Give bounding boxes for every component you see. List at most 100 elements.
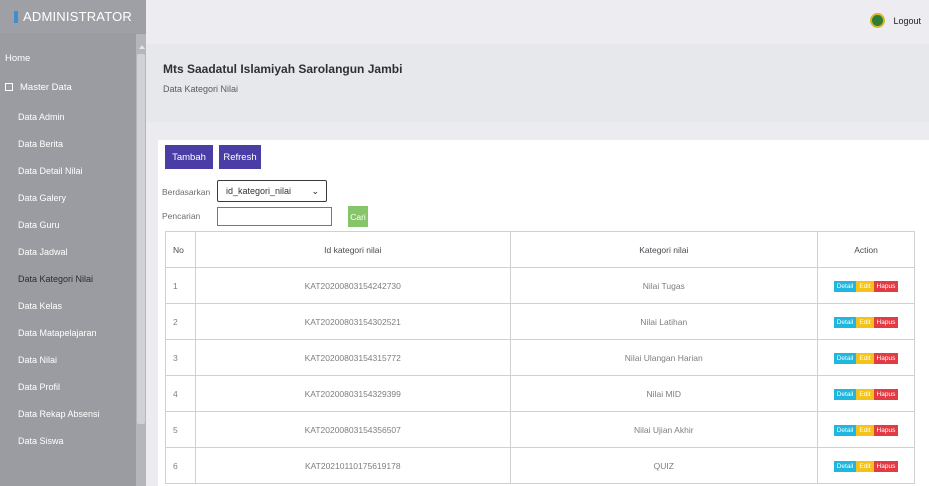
cell-kategori: Nilai Ulangan Harian xyxy=(509,339,819,376)
brand-mark-icon xyxy=(14,10,18,23)
edit-button[interactable]: Edit xyxy=(856,280,874,292)
cell-action: Detail Edit Hapus xyxy=(817,375,915,412)
sidebar-item-label: Data Guru xyxy=(18,219,60,230)
sidebar-item-label: Data Kategori Nilai xyxy=(18,273,94,284)
sidebar-item-data-profil[interactable]: Data Profil xyxy=(0,373,146,400)
sidebar-item-data-matapelajaran[interactable]: Data Matapelajaran xyxy=(0,319,146,346)
action-group: Detail Edit Hapus xyxy=(833,316,899,328)
hapus-button[interactable]: Hapus xyxy=(873,280,899,292)
detail-button[interactable]: Detail xyxy=(833,352,857,364)
cell-id: KAT20200803154242730 xyxy=(194,267,511,304)
hapus-button[interactable]: Hapus xyxy=(873,388,899,400)
sidebar-item-data-jadwal[interactable]: Data Jadwal xyxy=(0,238,146,265)
sidebar-item-data-galery[interactable]: Data Galery xyxy=(0,184,146,211)
sidebar-item-data-guru[interactable]: Data Guru xyxy=(0,211,146,238)
filter-by-value: id_kategori_nilai xyxy=(226,186,292,196)
hapus-button[interactable]: Hapus xyxy=(873,352,899,364)
detail-button[interactable]: Detail xyxy=(833,460,857,472)
grid-icon xyxy=(5,83,13,91)
table-row: 2 KAT20200803154302521 Nilai Latihan Det… xyxy=(165,303,915,340)
col-header-kategori: Kategori nilai xyxy=(509,231,819,268)
sidebar-item-label: Data Kelas xyxy=(18,300,63,311)
school-logo-icon xyxy=(870,13,886,28)
cari-button[interactable]: Cari xyxy=(348,206,368,227)
col-header-action: Action xyxy=(817,231,915,268)
scroll-up-arrow-icon[interactable] xyxy=(139,45,145,49)
sidebar-item-data-detail-nilai[interactable]: Data Detail Nilai xyxy=(0,157,146,184)
cell-kategori: Nilai Latihan xyxy=(509,303,819,340)
detail-button[interactable]: Detail xyxy=(833,316,857,328)
sidebar-item-label: Data Matapelajaran xyxy=(18,327,97,338)
sidebar-item-data-kategori-nilai[interactable]: Data Kategori Nilai xyxy=(0,265,146,292)
tambah-button[interactable]: Tambah xyxy=(165,145,213,169)
cell-id: KAT20200803154329399 xyxy=(194,375,511,412)
brand-text: ADMINISTRATOR xyxy=(23,9,133,24)
edit-button[interactable]: Edit xyxy=(856,352,874,364)
sidebar-item-data-rekap-absensi[interactable]: Data Rekap Absensi xyxy=(0,400,146,427)
page-title: Mts Saadatul Islamiyah Sarolangun Jambi xyxy=(163,62,403,76)
sidebar-item-label: Data Rekap Absensi xyxy=(18,408,100,419)
cell-no: 6 xyxy=(165,447,196,484)
table-row: 6 KAT20210110175619178 QUIZ Detail Edit Ha… xyxy=(165,447,915,484)
action-group: Detail Edit Hapus xyxy=(833,352,899,364)
table-header-row: No Id kategori nilai Kategori nilai Acti… xyxy=(165,231,915,268)
action-group: Detail Edit Hapus xyxy=(833,424,899,436)
cell-id: KAT20200803154302521 xyxy=(194,303,511,340)
table-row: 4 KAT20200803154329399 Nilai MID Detail E… xyxy=(165,375,915,412)
sidebar: ADMINISTRATOR Home Master Data Data Admi… xyxy=(0,0,146,486)
page-header: Mts Saadatul Islamiyah Sarolangun Jambi … xyxy=(146,44,929,122)
sidebar-item-data-kelas[interactable]: Data Kelas xyxy=(0,292,146,319)
sidebar-item-label: Data Galery xyxy=(18,192,67,203)
kategori-table: No Id kategori nilai Kategori nilai Acti… xyxy=(165,231,915,484)
sidebar-item-label: Data Siswa xyxy=(18,435,64,446)
sidebar-item-data-nilai[interactable]: Data Nilai xyxy=(0,346,146,373)
logout-button[interactable]: Logout xyxy=(870,13,921,28)
col-header-id: Id kategori nilai xyxy=(194,231,511,268)
edit-button[interactable]: Edit xyxy=(856,424,874,436)
search-input[interactable] xyxy=(217,207,332,226)
filter-by-label: Berdasarkan xyxy=(162,187,211,197)
brand[interactable]: ADMINISTRATOR xyxy=(0,0,146,33)
cell-no: 1 xyxy=(165,267,196,304)
cell-kategori: QUIZ xyxy=(509,447,819,484)
refresh-button[interactable]: Refresh xyxy=(219,145,261,169)
app-root: ADMINISTRATOR Home Master Data Data Admi… xyxy=(0,0,929,486)
sidebar-item-data-berita[interactable]: Data Berita xyxy=(0,130,146,157)
cell-kategori: Nilai Tugas xyxy=(509,267,819,304)
table-row: 3 KAT20200803154315772 Nilai Ulangan Har… xyxy=(165,339,915,376)
cell-action: Detail Edit Hapus xyxy=(817,267,915,304)
cell-no: 4 xyxy=(165,375,196,412)
chevron-down-icon: ⌄ xyxy=(311,186,319,196)
cell-id: KAT20200803154315772 xyxy=(194,339,511,376)
page-subtitle: Data Kategori Nilai xyxy=(163,84,239,94)
edit-button[interactable]: Edit xyxy=(856,316,874,328)
sidebar-item-data-siswa[interactable]: Data Siswa xyxy=(0,427,146,454)
table-row: 1 KAT20200803154242730 Nilai Tugas Detai… xyxy=(165,267,915,304)
sidebar-item-data-admin[interactable]: Data Admin xyxy=(0,103,146,130)
edit-button[interactable]: Edit xyxy=(856,388,874,400)
sidebar-item-label: Home xyxy=(5,53,31,64)
detail-button[interactable]: Detail xyxy=(833,424,857,436)
sidebar-item-label: Data Nilai xyxy=(18,354,58,365)
sidebar-item-label: Data Jadwal xyxy=(18,246,68,257)
sidebar-scrollbar-thumb[interactable] xyxy=(137,54,145,424)
hapus-button[interactable]: Hapus xyxy=(873,460,899,472)
topbar: Logout xyxy=(146,0,929,44)
cell-no: 3 xyxy=(165,339,196,376)
detail-button[interactable]: Detail xyxy=(833,280,857,292)
cell-kategori: Nilai MID xyxy=(509,375,819,412)
filter-by-select[interactable]: id_kategori_nilai ⌄ xyxy=(217,180,327,202)
edit-button[interactable]: Edit xyxy=(856,460,874,472)
hapus-button[interactable]: Hapus xyxy=(873,424,899,436)
detail-button[interactable]: Detail xyxy=(833,388,857,400)
table-row: 5 KAT20200803154356507 Nilai Ujian Akhir… xyxy=(165,411,915,448)
action-group: Detail Edit Hapus xyxy=(833,388,899,400)
hapus-button[interactable]: Hapus xyxy=(873,316,899,328)
col-header-no: No xyxy=(165,231,196,268)
sidebar-item-label: Data Profil xyxy=(18,381,61,392)
cell-id: KAT20210110175619178 xyxy=(194,447,511,484)
sidebar-item-home[interactable]: Home xyxy=(0,46,146,71)
sidebar-item-master-data[interactable]: Master Data xyxy=(0,71,146,103)
cell-action: Detail Edit Hapus xyxy=(817,447,915,484)
action-group: Detail Edit Hapus xyxy=(833,280,899,292)
